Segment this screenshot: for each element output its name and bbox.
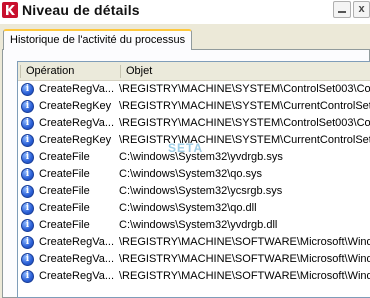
operation-cell: CreateFile bbox=[39, 151, 90, 163]
object-cell: \REGISTRY\MACHINE\SOFTWARE\Microsoft\Win… bbox=[119, 236, 370, 248]
table-row[interactable]: i CreateRegVa... \REGISTRY\MACHINE\SOFTW… bbox=[18, 234, 370, 251]
column-header-object[interactable]: Objet bbox=[126, 65, 152, 77]
close-button[interactable]: x bbox=[353, 1, 370, 18]
table-row[interactable]: i CreateRegVa... \REGISTRY\MACHINE\SOFTW… bbox=[18, 268, 370, 285]
info-icon: i bbox=[21, 117, 34, 130]
object-cell: C:\windows\System32\qo.dll bbox=[119, 202, 257, 214]
info-icon: i bbox=[21, 219, 34, 232]
operation-cell: CreateRegKey bbox=[39, 100, 112, 112]
object-cell: \REGISTRY\MACHINE\SYSTEM\CurrentControlS… bbox=[119, 134, 370, 146]
tab-label: Historique de l'activité du processus bbox=[10, 34, 186, 46]
info-icon: i bbox=[21, 253, 34, 266]
column-separator[interactable] bbox=[20, 65, 21, 78]
operation-cell: CreateFile bbox=[39, 185, 90, 197]
kaspersky-k-icon bbox=[2, 2, 18, 18]
object-cell: \REGISTRY\MACHINE\SYSTEM\CurrentControlS… bbox=[119, 100, 370, 112]
watermark: SETA bbox=[168, 141, 204, 155]
object-cell: C:\windows\System32\qo.sys bbox=[119, 168, 263, 180]
operation-cell: CreateRegVa... bbox=[39, 117, 115, 129]
object-cell: C:\windows\System32\ycsrgb.sys bbox=[119, 185, 283, 197]
object-cell: \REGISTRY\MACHINE\SOFTWARE\Microsoft\Win… bbox=[119, 270, 370, 282]
title-bar: Niveau de détails x bbox=[0, 0, 370, 24]
minimize-icon bbox=[338, 11, 346, 13]
info-icon: i bbox=[21, 236, 34, 249]
info-icon: i bbox=[21, 134, 34, 147]
object-cell: \REGISTRY\MACHINE\SYSTEM\ControlSet003\C… bbox=[119, 117, 370, 129]
object-cell: C:\windows\System32\yvdrgb.sys bbox=[119, 151, 283, 163]
info-icon: i bbox=[21, 202, 34, 215]
column-header-operation[interactable]: Opération bbox=[26, 65, 74, 77]
table-row[interactable]: i CreateFile C:\windows\System32\qo.sys bbox=[18, 166, 370, 183]
activity-list[interactable]: Opération Objet i CreateRegVa... \REGIST… bbox=[17, 61, 370, 298]
info-icon: i bbox=[21, 168, 34, 181]
table-row[interactable]: i CreateFile C:\windows\System32\qo.dll bbox=[18, 200, 370, 217]
info-icon: i bbox=[21, 83, 34, 96]
list-header: Opération Objet bbox=[18, 62, 370, 81]
table-row[interactable]: i CreateRegKey \REGISTRY\MACHINE\SYSTEM\… bbox=[18, 98, 370, 115]
column-separator[interactable] bbox=[120, 65, 121, 78]
operation-cell: CreateRegVa... bbox=[39, 253, 115, 265]
window-title: Niveau de détails bbox=[22, 2, 140, 18]
object-cell: \REGISTRY\MACHINE\SOFTWARE\Microsoft\Win… bbox=[119, 253, 370, 265]
operation-cell: CreateRegVa... bbox=[39, 270, 115, 282]
operation-cell: CreateFile bbox=[39, 202, 90, 214]
tab-process-activity-history[interactable]: Historique de l'activité du processus bbox=[3, 29, 192, 50]
info-icon: i bbox=[21, 270, 34, 283]
info-icon: i bbox=[21, 100, 34, 113]
info-icon: i bbox=[21, 185, 34, 198]
operation-cell: CreateFile bbox=[39, 168, 90, 180]
operation-cell: CreateRegVa... bbox=[39, 236, 115, 248]
operation-cell: CreateFile bbox=[39, 219, 90, 231]
operation-cell: CreateRegKey bbox=[39, 134, 112, 146]
table-row[interactable]: i CreateFile C:\windows\System32\yvdrgb.… bbox=[18, 217, 370, 234]
table-row[interactable]: i CreateRegVa... \REGISTRY\MACHINE\SOFTW… bbox=[18, 251, 370, 268]
info-icon: i bbox=[21, 151, 34, 164]
table-row[interactable]: i CreateFile C:\windows\System32\ycsrgb.… bbox=[18, 183, 370, 200]
operation-cell: CreateRegVa... bbox=[39, 83, 115, 95]
table-row[interactable]: i CreateRegVa... \REGISTRY\MACHINE\SYSTE… bbox=[18, 81, 370, 98]
object-cell: \REGISTRY\MACHINE\SYSTEM\ControlSet003\C… bbox=[119, 83, 370, 95]
object-cell: C:\windows\System32\yvdrgb.dll bbox=[119, 219, 278, 231]
table-row[interactable]: i CreateRegVa... \REGISTRY\MACHINE\SYSTE… bbox=[18, 115, 370, 132]
minimize-button[interactable] bbox=[333, 1, 351, 18]
close-icon: x bbox=[358, 3, 365, 15]
